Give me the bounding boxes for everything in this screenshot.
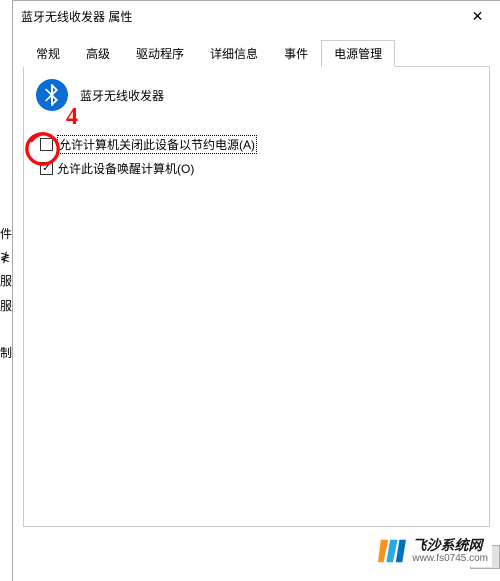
tab-events[interactable]: 事件 bbox=[271, 40, 321, 67]
close-icon: ✕ bbox=[472, 8, 484, 25]
watermark-title: 飞沙系统网 bbox=[412, 538, 488, 553]
tab-power-management[interactable]: 电源管理 bbox=[321, 40, 395, 67]
dialog-content: 常规 高级 驱动程序 详细信息 事件 电源管理 蓝牙无线收发器 允许计算机关闭此… bbox=[13, 31, 500, 535]
label-allow-turn-off: 允许计算机关闭此设备以节约电源(A) bbox=[57, 135, 257, 154]
cropped-side-text: 件 ≹ 服 服 制 bbox=[0, 225, 12, 361]
bluetooth-icon bbox=[36, 79, 68, 111]
option-allow-turn-off: 允许计算机关闭此设备以节约电源(A) bbox=[40, 135, 477, 154]
close-button[interactable]: ✕ bbox=[455, 1, 500, 31]
annotation-number: 4 bbox=[66, 104, 78, 131]
properties-dialog: 蓝牙无线收发器 属性 ✕ 常规 高级 驱动程序 详细信息 事件 电源管理 蓝牙无… bbox=[12, 0, 500, 581]
titlebar: 蓝牙无线收发器 属性 ✕ bbox=[13, 1, 500, 31]
tab-details[interactable]: 详细信息 bbox=[197, 40, 271, 67]
tab-general[interactable]: 常规 bbox=[23, 40, 73, 67]
option-allow-wake: 允许此设备唤醒计算机(O) bbox=[40, 160, 477, 177]
device-header: 蓝牙无线收发器 bbox=[36, 79, 477, 111]
watermark-logo-icon bbox=[378, 537, 406, 565]
window-title: 蓝牙无线收发器 属性 bbox=[21, 8, 132, 25]
watermark-url: www.fs0745.com bbox=[412, 553, 488, 564]
tab-strip: 常规 高级 驱动程序 详细信息 事件 电源管理 bbox=[23, 39, 490, 67]
tab-advanced[interactable]: 高级 bbox=[73, 40, 123, 67]
device-name: 蓝牙无线收发器 bbox=[80, 87, 164, 104]
checkbox-allow-wake[interactable] bbox=[40, 162, 53, 175]
tab-panel-power: 蓝牙无线收发器 允许计算机关闭此设备以节约电源(A) 允许此设备唤醒计算机(O) bbox=[23, 67, 490, 527]
checkbox-allow-turn-off[interactable] bbox=[40, 138, 53, 151]
tab-driver[interactable]: 驱动程序 bbox=[123, 40, 197, 67]
label-allow-wake: 允许此设备唤醒计算机(O) bbox=[57, 160, 194, 177]
watermark: 飞沙系统网 www.fs0745.com bbox=[374, 535, 492, 567]
